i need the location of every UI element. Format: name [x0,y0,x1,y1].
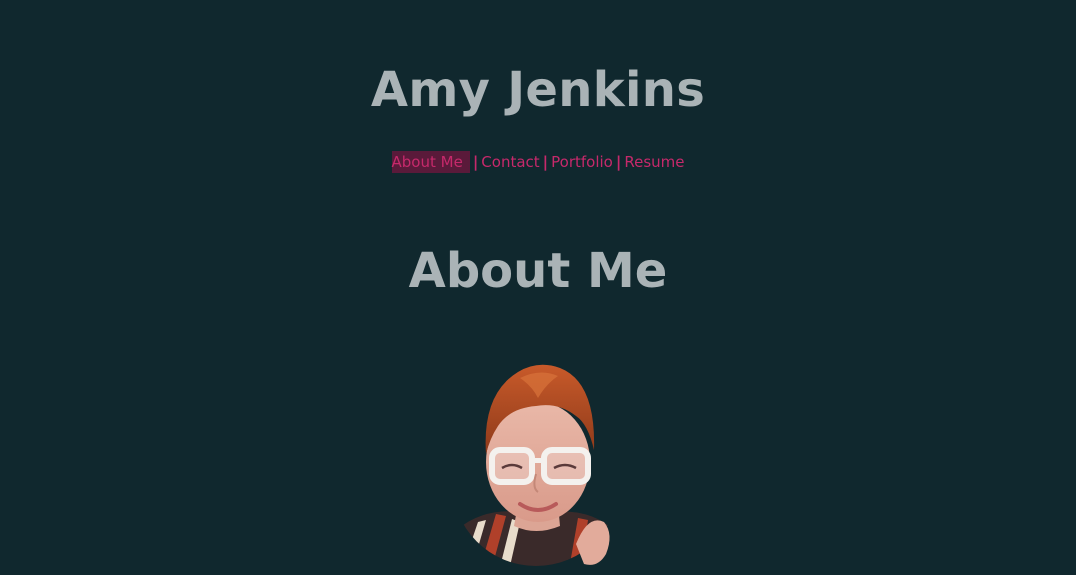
main-nav: About Me | Contact | Portfolio | Resume [0,151,1076,173]
nav-separator: | [472,153,479,171]
nav-link-about-me[interactable]: About Me [391,151,470,173]
profile-photo [452,364,620,566]
nav-link-resume[interactable]: Resume [624,153,684,171]
site-title: Amy Jenkins [370,62,706,118]
nav-separator: | [542,153,549,171]
about-me-heading: About Me [408,243,668,299]
glasses-bridge [531,458,545,463]
nav-link-portfolio[interactable]: Portfolio [551,153,613,171]
nav-link-contact[interactable]: Contact [481,153,539,171]
page: Amy Jenkins About Me | Contact | Portfolio | R… [0,0,1076,575]
nav-separator: | [615,153,622,171]
